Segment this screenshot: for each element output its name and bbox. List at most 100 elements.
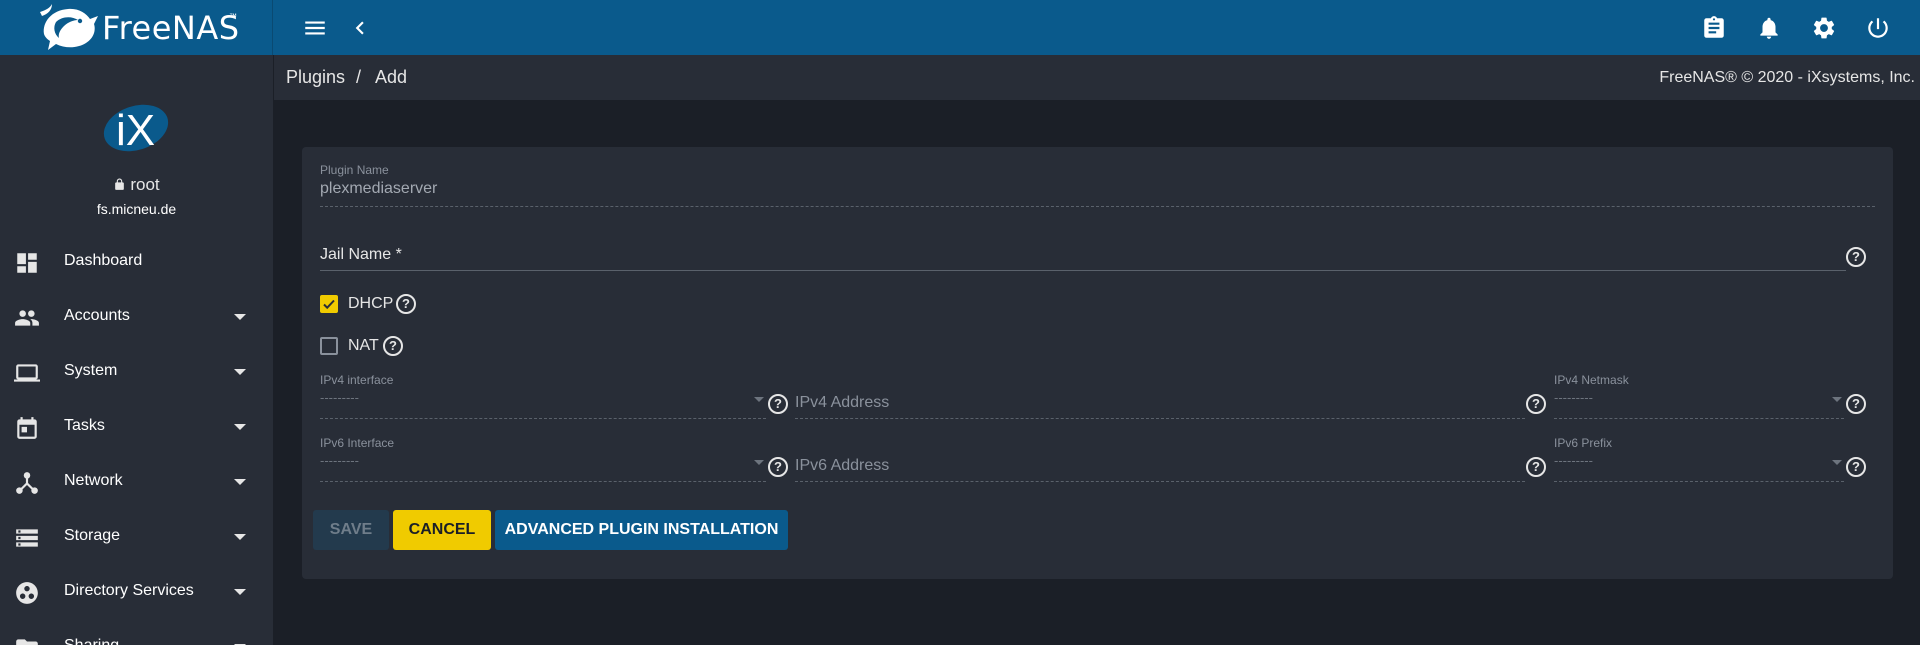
sidebar-item-label: Accounts — [64, 307, 130, 324]
power-icon — [1868, 17, 1888, 38]
ipv4-address-underline — [795, 418, 1525, 419]
dhcp-label: DHCP — [348, 295, 394, 312]
check-icon — [323, 299, 335, 310]
plugin-name-field: Plugin Name plexmediaserver — [320, 163, 437, 198]
bell-icon — [1760, 17, 1778, 39]
alerts-button[interactable] — [1747, 0, 1791, 55]
ipv6-prefix-select[interactable]: --------- — [1554, 450, 1844, 474]
gear-icon — [1813, 17, 1835, 38]
caret-down-icon — [234, 369, 246, 375]
dropdown-arrow-icon — [1832, 397, 1842, 402]
ipv4-netmask-underline — [1554, 418, 1844, 419]
help-icon[interactable]: ? — [768, 394, 788, 414]
plugin-name-label: Plugin Name — [320, 163, 389, 177]
back-button[interactable] — [338, 0, 382, 55]
menu-toggle-button[interactable] — [293, 0, 337, 55]
sidebar-item-label: Storage — [64, 527, 121, 544]
breadcrumb: Plugins / Add FreeNAS® © 2020 - iXsystem… — [274, 55, 1920, 100]
trademark-mark: ™ — [229, 12, 237, 21]
calendar-icon — [14, 415, 40, 441]
ipv4-interface-underline — [320, 418, 766, 419]
sidebar-item-sharing[interactable]: Sharing — [0, 620, 273, 645]
storage-icon — [14, 525, 40, 551]
dropdown-arrow-icon — [754, 397, 764, 402]
freenas-logo-icon — [40, 4, 98, 50]
power-button[interactable] — [1856, 0, 1900, 55]
breadcrumb-plugins-link[interactable]: Plugins — [286, 67, 345, 88]
settings-button[interactable] — [1802, 0, 1846, 55]
caret-down-icon — [234, 589, 246, 595]
ipv4-netmask-select[interactable]: --------- — [1554, 387, 1844, 411]
sidebar-item-network[interactable]: Network — [0, 455, 273, 510]
dropdown-arrow-icon — [1832, 460, 1842, 465]
caret-down-icon — [234, 534, 246, 540]
ipv6-interface-select[interactable]: --------- — [320, 450, 766, 474]
ipv4-netmask-value: --------- — [1554, 390, 1593, 405]
sidebar-item-label: Tasks — [64, 417, 105, 434]
sidebar-item-tasks[interactable]: Tasks — [0, 400, 273, 455]
plugin-name-underline — [320, 206, 1875, 207]
ipv6-prefix-value: --------- — [1554, 453, 1593, 468]
dhcp-checkbox[interactable] — [320, 295, 338, 313]
sidebar-item-label: Network — [64, 472, 123, 489]
help-icon[interactable]: ? — [1526, 457, 1546, 477]
help-icon[interactable]: ? — [1846, 457, 1866, 477]
sidebar-item-dashboard[interactable]: Dashboard — [0, 235, 273, 290]
ipv6-prefix-underline — [1554, 481, 1844, 482]
lock-icon — [115, 178, 125, 190]
cancel-button[interactable]: Cancel — [393, 510, 491, 550]
jail-name-underline — [320, 270, 1846, 271]
breadcrumb-separator: / — [356, 67, 362, 87]
ipv4-interface-select[interactable]: --------- — [320, 387, 766, 411]
sidebar-item-system[interactable]: System — [0, 345, 273, 400]
sidebar-item-storage[interactable]: Storage — [0, 510, 273, 565]
plugin-name-value: plexmediaserver — [320, 180, 438, 197]
help-icon[interactable]: ? — [396, 294, 416, 314]
ipv4-netmask-label: IPv4 Netmask — [1554, 373, 1629, 387]
help-icon[interactable]: ? — [1846, 247, 1866, 267]
nat-label: NAT — [348, 337, 379, 354]
sidebar-item-directory-services[interactable]: Directory Services — [0, 565, 273, 620]
plugin-add-form: Plugin Name plexmediaserver Jail Name * … — [302, 147, 1893, 579]
ipv4-interface-label: IPv4 interface — [320, 373, 394, 387]
sidebar-item-label: Dashboard — [64, 252, 143, 269]
menu-icon — [305, 21, 325, 34]
folder-icon — [14, 635, 40, 645]
advanced-plugin-installation-button[interactable]: Advanced Plugin Installation — [495, 510, 788, 550]
dashboard-icon — [14, 250, 40, 276]
ipv4-interface-value: --------- — [320, 390, 359, 405]
brand[interactable]: FreeNAS ™ — [0, 0, 273, 55]
ipv6-prefix-label: IPv6 Prefix — [1554, 436, 1613, 450]
sidebar-item-label: Directory Services — [64, 582, 194, 599]
ipv6-interface-underline — [320, 481, 766, 482]
nat-checkbox[interactable] — [320, 337, 338, 355]
ipv6-interface-value: --------- — [320, 453, 359, 468]
help-icon[interactable]: ? — [1846, 394, 1866, 414]
task-manager-button[interactable] — [1692, 0, 1736, 55]
caret-down-icon — [234, 479, 246, 485]
copyright-text: FreeNAS® © 2020 - iXsystems, Inc. — [1659, 69, 1915, 86]
network-icon — [14, 470, 40, 496]
jail-name-label: Jail Name * — [320, 246, 402, 263]
sidebar-nav: Dashboard Accounts System Tasks Network … — [0, 235, 273, 645]
laptop-icon — [14, 360, 40, 386]
sidebar: iX root fs.micneu.de Dashboard Accounts … — [0, 55, 273, 645]
sidebar-item-label: System — [64, 362, 118, 379]
ipv6-address-underline — [795, 481, 1525, 482]
help-icon[interactable]: ? — [383, 336, 403, 356]
caret-down-icon — [234, 424, 246, 430]
ipv6-interface-label: IPv6 Interface — [320, 436, 395, 450]
chevron-left-icon — [355, 21, 364, 34]
people-icon — [14, 305, 40, 331]
caret-down-icon — [234, 314, 246, 320]
ipv6-address-input[interactable]: IPv6 Address — [795, 457, 889, 475]
ipv4-address-input[interactable]: IPv4 Address — [795, 394, 889, 412]
top-bar: FreeNAS ™ — [0, 0, 1920, 55]
help-icon[interactable]: ? — [1526, 394, 1546, 414]
dropdown-arrow-icon — [754, 460, 764, 465]
sidebar-item-label: Sharing — [64, 637, 119, 645]
save-button[interactable]: Save — [313, 510, 389, 550]
breadcrumb-current: Add — [375, 67, 408, 87]
help-icon[interactable]: ? — [768, 457, 788, 477]
sidebar-item-accounts[interactable]: Accounts — [0, 290, 273, 345]
